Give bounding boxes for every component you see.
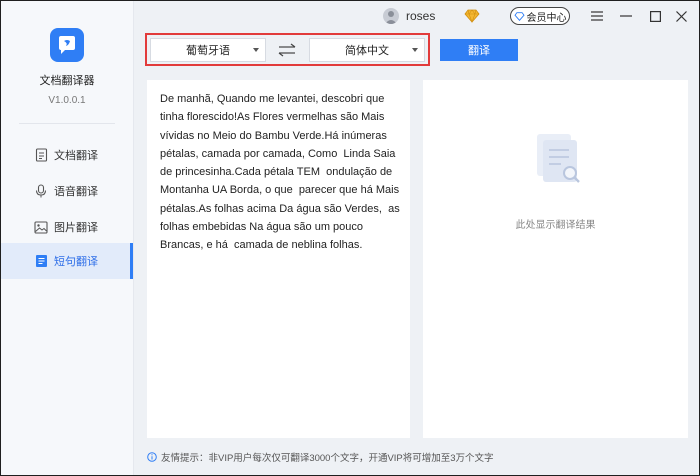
swap-languages-icon[interactable] [277,43,297,57]
source-text[interactable]: De manhã, Quando me levantei, descobri q… [160,90,400,255]
microphone-icon [34,184,48,198]
chevron-down-icon [412,48,418,52]
sidebar-item-image-translate[interactable]: 图片翻译 [1,209,133,245]
source-language-value: 葡萄牙语 [186,45,230,57]
document-icon [34,148,48,162]
diamond-icon [513,11,525,21]
info-icon [147,452,157,462]
result-panel: 此处显示翻译结果 [423,80,688,438]
chevron-down-icon [253,48,259,52]
menu-icon[interactable] [587,6,607,26]
target-language-value: 简体中文 [345,45,389,57]
sidebar-item-label: 图片翻译 [54,222,98,234]
sidebar-item-voice-translate[interactable]: 语音翻译 [1,173,133,209]
member-center-label: 会员中心 [526,12,567,24]
app-name: 文档翻译器 [39,75,95,87]
empty-result-icon [527,130,587,195]
source-language-select[interactable]: 葡萄牙语 [150,38,266,62]
maximize-icon[interactable] [645,6,665,26]
username[interactable]: roses [406,9,435,23]
footer-tip-text: 友情提示：非VIP用户每次仅可翻译3000个文字，开通VIP将可增加至3万个文字 [161,453,494,464]
text-icon [34,254,48,268]
image-icon [34,220,48,234]
vip-diamond-icon[interactable] [464,9,480,28]
sidebar: 文档翻译器 V1.0.0.1 文档翻译 语音翻译 图片翻译 短句翻译 [1,1,134,475]
footer-tip: 友情提示：非VIP用户每次仅可翻译3000个文字，开通VIP将可增加至3万个文字 [147,450,494,464]
app-version: V1.0.0.1 [48,95,86,106]
member-center-button[interactable]: 会员中心 [510,7,570,25]
sidebar-item-document-translate[interactable]: 文档翻译 [1,137,133,173]
sidebar-item-sentence-translate[interactable]: 短句翻译 [1,243,133,279]
sidebar-item-label: 短句翻译 [54,256,98,268]
translate-button[interactable]: 翻译 [440,39,518,61]
source-text-area[interactable]: De manhã, Quando me levantei, descobri q… [147,80,410,438]
sidebar-item-label: 语音翻译 [54,186,98,198]
sidebar-item-label: 文档翻译 [54,150,98,162]
result-placeholder-text: 此处显示翻译结果 [515,220,596,231]
minimize-icon[interactable] [616,6,636,26]
avatar[interactable] [383,8,399,24]
close-icon[interactable] [671,6,691,26]
target-language-select[interactable]: 简体中文 [309,38,425,62]
app-logo [50,28,84,62]
sidebar-divider [19,123,115,124]
